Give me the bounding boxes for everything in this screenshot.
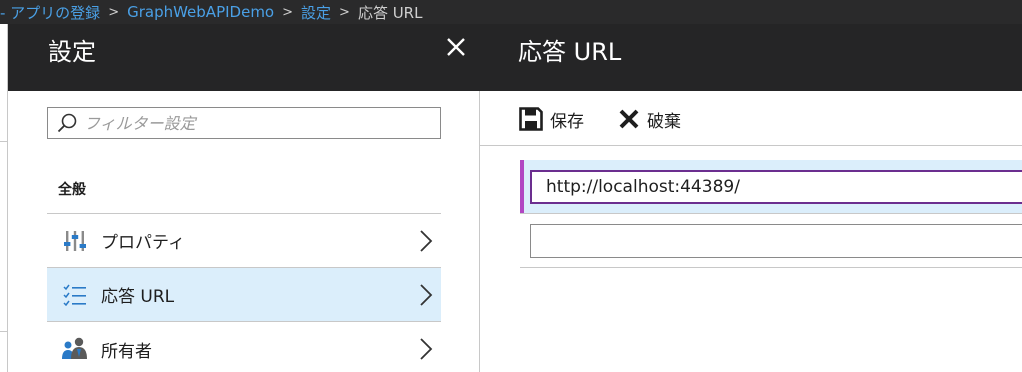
command-bar-divider (480, 145, 1022, 146)
filter-settings-input[interactable] (84, 113, 424, 133)
menu-item-reply-urls[interactable]: 応答 URL (47, 268, 441, 322)
reply-url-row (520, 160, 1022, 214)
chevron-right-icon (420, 338, 433, 360)
settings-blade: 設定 全般 プロパティ (8, 24, 480, 372)
reply-url-input-empty[interactable] (530, 224, 1022, 258)
breadcrumb-settings[interactable]: 設定 (301, 2, 331, 23)
save-label: 保存 (550, 111, 584, 132)
discard-icon (619, 109, 639, 129)
settings-blade-title: 設定 (48, 38, 96, 66)
owners-icon (61, 335, 89, 363)
menu-item-owners[interactable]: 所有者 (47, 322, 441, 372)
menu-item-properties[interactable]: プロパティ (47, 214, 441, 268)
reply-url-input[interactable] (530, 170, 1022, 204)
breadcrumb-app-name[interactable]: GraphWebAPIDemo (127, 3, 274, 21)
breadcrumb-separator: > (339, 4, 350, 20)
settings-blade-header: 設定 (8, 24, 480, 91)
close-icon[interactable] (442, 33, 470, 61)
breadcrumb-separator: > (108, 4, 120, 20)
reply-urls-blade: 応答 URL 保存 破棄 (480, 24, 1022, 372)
menu-item-label: 応答 URL (101, 287, 175, 307)
reply-urls-blade-title: 応答 URL (518, 38, 622, 66)
reply-urls-blade-header: 応答 URL (480, 24, 1022, 91)
breadcrumb-separator: > (282, 4, 294, 20)
section-label-general: 全般 (58, 182, 86, 198)
search-icon (57, 113, 77, 133)
menu-item-label: プロパティ (101, 233, 185, 253)
save-button[interactable]: 保存 (519, 104, 584, 134)
chevron-right-icon (420, 230, 433, 252)
breadcrumb-current: 応答 URL (357, 3, 423, 22)
properties-icon (61, 227, 89, 255)
previous-blade-edge (0, 24, 8, 372)
discard-button[interactable]: 破棄 (618, 104, 681, 134)
discard-label: 破棄 (647, 111, 681, 132)
filter-settings-field[interactable] (47, 107, 441, 139)
list-check-icon (61, 281, 89, 309)
breadcrumb-app-registrations[interactable]: - アプリの登録 (0, 2, 100, 23)
chevron-right-icon (420, 284, 433, 306)
menu-item-label: 所有者 (101, 341, 152, 362)
reply-url-row-empty (520, 214, 1022, 268)
breadcrumb: - アプリの登録 > GraphWebAPIDemo > 設定 > 応答 URL (0, 0, 1022, 24)
save-icon (519, 107, 543, 131)
